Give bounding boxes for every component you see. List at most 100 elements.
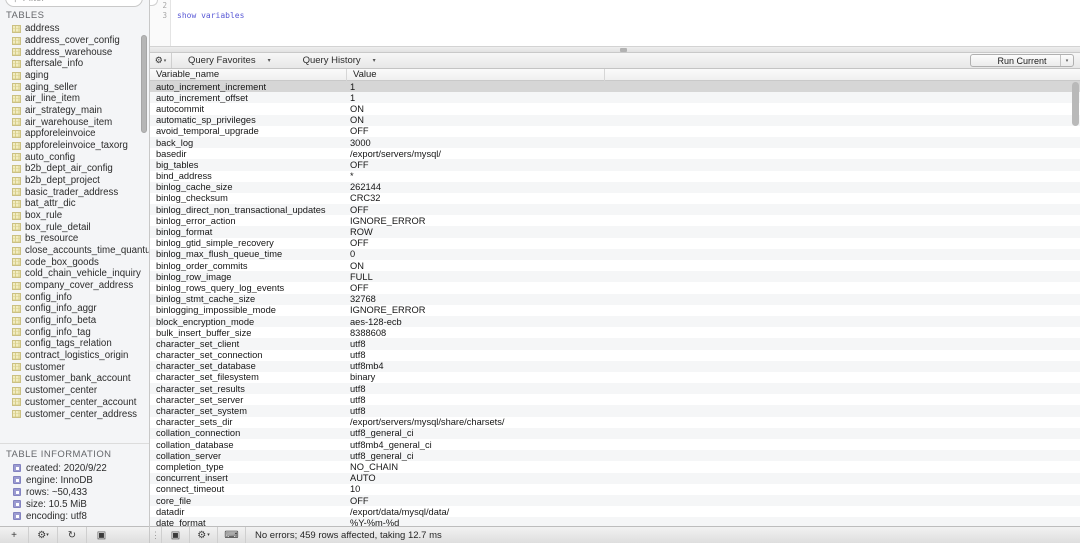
table-name-label: box_rule	[25, 210, 62, 221]
table-row[interactable]: binlog_stmt_cache_size32768	[150, 294, 1080, 305]
table-row[interactable]: core_fileOFF	[150, 495, 1080, 506]
table-row[interactable]: binlog_order_commitsON	[150, 260, 1080, 271]
table-row[interactable]: back_log3000	[150, 137, 1080, 148]
table-row[interactable]: automatic_sp_privilegesON	[150, 115, 1080, 126]
table-list-item[interactable]: air_line_item	[0, 93, 149, 105]
table-list-item[interactable]: aftersale_info	[0, 58, 149, 70]
table-row[interactable]: character_set_clientutf8	[150, 338, 1080, 349]
chevron-down-icon[interactable]: ▾	[1060, 55, 1073, 66]
table-list-item[interactable]: box_rule	[0, 210, 149, 222]
table-list-item[interactable]: config_info_beta	[0, 315, 149, 327]
export-button[interactable]: ▣	[87, 527, 116, 543]
table-row[interactable]: completion_typeNO_CHAIN	[150, 461, 1080, 472]
table-list-item[interactable]: basic_trader_address	[0, 186, 149, 198]
table-row[interactable]: binlog_rows_query_log_eventsOFF	[150, 282, 1080, 293]
table-row[interactable]: auto_increment_increment1	[150, 81, 1080, 92]
editor-code-area[interactable]: show variables	[171, 0, 1080, 46]
table-list-item[interactable]: b2b_dept_air_config	[0, 163, 149, 175]
table-list-item[interactable]: code_box_goods	[0, 256, 149, 268]
table-row[interactable]: character_set_databaseutf8mb4	[150, 361, 1080, 372]
table-row[interactable]: binlog_row_imageFULL	[150, 271, 1080, 282]
console-toggle-button[interactable]: ⌨	[218, 527, 246, 543]
results-vertical-scrollbar[interactable]	[1072, 82, 1079, 126]
table-list-item[interactable]: air_strategy_main	[0, 105, 149, 117]
table-row[interactable]: autocommitON	[150, 103, 1080, 114]
refresh-tables-button[interactable]: ↻	[58, 527, 87, 543]
table-row[interactable]: character_set_systemutf8	[150, 405, 1080, 416]
sidebar-vertical-scrollbar[interactable]	[141, 35, 147, 133]
grid-view-button[interactable]: ▣	[162, 527, 190, 543]
query-settings-button[interactable]: ⚙ ▾	[150, 53, 172, 68]
table-list-item[interactable]: address_warehouse	[0, 46, 149, 58]
table-list-item[interactable]: bs_resource	[0, 233, 149, 245]
table-row[interactable]: binlog_error_actionIGNORE_ERROR	[150, 215, 1080, 226]
table-list-item[interactable]: address_cover_config	[0, 35, 149, 47]
sql-editor[interactable]: 23 show variables	[150, 0, 1080, 46]
query-favorites-menu[interactable]: Query Favorites ▾	[172, 53, 287, 68]
table-row[interactable]: binlogging_impossible_modeIGNORE_ERROR	[150, 305, 1080, 316]
table-row[interactable]: binlog_gtid_simple_recoveryOFF	[150, 238, 1080, 249]
table-row[interactable]: collation_databaseutf8mb4_general_ci	[150, 439, 1080, 450]
table-row[interactable]: binlog_max_flush_queue_time0	[150, 249, 1080, 260]
table-row[interactable]: collation_connectionutf8_general_ci	[150, 428, 1080, 439]
table-list-item[interactable]: config_info_tag	[0, 326, 149, 338]
table-row[interactable]: collation_serverutf8_general_ci	[150, 450, 1080, 461]
splitter-grip[interactable]	[620, 48, 627, 52]
table-row[interactable]: basedir/export/servers/mysql/	[150, 148, 1080, 159]
table-list-item[interactable]: aging	[0, 70, 149, 82]
table-row[interactable]: bulk_insert_buffer_size8388608	[150, 327, 1080, 338]
table-list-item[interactable]: b2b_dept_project	[0, 175, 149, 187]
table-list-item[interactable]: appforeleinvoice_taxorg	[0, 140, 149, 152]
table-list-item[interactable]: config_info_aggr	[0, 303, 149, 315]
table-list-item[interactable]: contract_logistics_origin	[0, 350, 149, 362]
table-row[interactable]: bind_address*	[150, 171, 1080, 182]
table-row[interactable]: binlog_cache_size262144	[150, 182, 1080, 193]
table-row[interactable]: character_sets_dir/export/servers/mysql/…	[150, 417, 1080, 428]
table-row[interactable]: character_set_connectionutf8	[150, 350, 1080, 361]
resize-handle[interactable]: ⋮	[150, 527, 162, 543]
table-row[interactable]: binlog_checksumCRC32	[150, 193, 1080, 204]
table-list-item[interactable]: customer	[0, 361, 149, 373]
table-list-item[interactable]: config_tags_relation	[0, 338, 149, 350]
table-filter-input[interactable]: ⚲ Filter	[5, 0, 143, 7]
query-history-menu[interactable]: Query History ▾	[287, 53, 392, 68]
table-list-item[interactable]: box_rule_detail	[0, 221, 149, 233]
table-row[interactable]: date_format%Y-%m-%d	[150, 517, 1080, 526]
table-row[interactable]: connect_timeout10	[150, 484, 1080, 495]
cell-value: utf8	[347, 350, 605, 360]
table-row[interactable]: auto_increment_offset1	[150, 92, 1080, 103]
table-list-item[interactable]: customer_bank_account	[0, 373, 149, 385]
table-list-item[interactable]: config_info	[0, 291, 149, 303]
table-list-item[interactable]: customer_center	[0, 385, 149, 397]
editor-results-splitter[interactable]	[150, 46, 1080, 53]
table-list-item[interactable]: cold_chain_vehicle_inquiry	[0, 268, 149, 280]
tables-scroll-area[interactable]: addressaddress_cover_configaddress_wareh…	[0, 23, 149, 443]
table-settings-button[interactable]: ⚙▾	[29, 527, 58, 543]
table-list-item[interactable]: customer_center_account	[0, 397, 149, 409]
table-row[interactable]: datadir/export/data/mysql/data/	[150, 506, 1080, 517]
table-row[interactable]: big_tablesOFF	[150, 159, 1080, 170]
table-row[interactable]: concurrent_insertAUTO	[150, 473, 1080, 484]
table-row[interactable]: avoid_temporal_upgradeOFF	[150, 126, 1080, 137]
table-row[interactable]: binlog_direct_non_transactional_updatesO…	[150, 204, 1080, 215]
table-row[interactable]: character_set_resultsutf8	[150, 383, 1080, 394]
table-list-item[interactable]: appforeleinvoice	[0, 128, 149, 140]
column-header-value[interactable]: Value	[347, 69, 605, 81]
table-list-item[interactable]: close_accounts_time_quantum	[0, 245, 149, 257]
table-list-item[interactable]: bat_attr_dic	[0, 198, 149, 210]
table-list-item[interactable]: address	[0, 23, 149, 35]
table-list-item[interactable]: air_warehouse_item	[0, 116, 149, 128]
results-grid[interactable]: Variable_name Value auto_increment_incre…	[150, 69, 1080, 526]
table-list-item[interactable]: company_cover_address	[0, 280, 149, 292]
table-list-item[interactable]: aging_seller	[0, 81, 149, 93]
column-header-variable-name[interactable]: Variable_name	[150, 69, 347, 81]
table-row[interactable]: character_set_serverutf8	[150, 394, 1080, 405]
table-row[interactable]: binlog_formatROW	[150, 226, 1080, 237]
results-settings-button[interactable]: ⚙ ▾	[190, 527, 218, 543]
add-table-button[interactable]: +	[0, 527, 29, 543]
table-list-item[interactable]: customer_center_address	[0, 408, 149, 420]
table-list-item[interactable]: auto_config	[0, 151, 149, 163]
run-current-button[interactable]: Run Current ▾	[970, 54, 1074, 67]
table-row[interactable]: character_set_filesystembinary	[150, 372, 1080, 383]
table-row[interactable]: block_encryption_modeaes-128-ecb	[150, 316, 1080, 327]
